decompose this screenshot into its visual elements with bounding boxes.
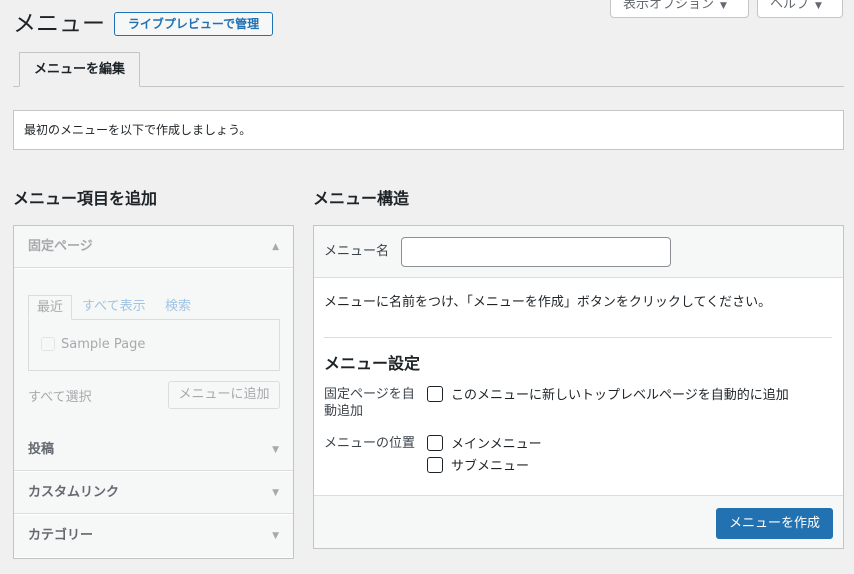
menu-structure-panel: メニュー名 メニューに名前をつけ、「メニューを作成」ボタンをクリックしてください… [313, 225, 844, 549]
triangle-down-icon: ▼ [272, 445, 279, 455]
auto-add-checkbox[interactable] [427, 386, 443, 402]
create-menu-button[interactable]: メニューを作成 [716, 508, 833, 539]
recent-pages-list: Sample Page [28, 319, 280, 371]
accordion-section-pages[interactable]: 固定ページ ▲ [14, 226, 293, 268]
divider [324, 337, 832, 338]
accordion-section-categories[interactable]: カテゴリー ▼ [14, 515, 293, 557]
accordion-section-label: 投稿 [28, 442, 55, 457]
accordion-section-label: 固定ページ [28, 239, 93, 254]
pages-panel: 最近 すべて表示 検索 Sample Page すべて選択 メニューに追加 [14, 269, 293, 430]
menu-location-label: メニューの位置 [324, 436, 416, 451]
auto-add-pages-label: 固定ページを自動追加 [324, 387, 415, 419]
location-sub-checkbox[interactable] [427, 457, 443, 473]
tab-edit-menus[interactable]: メニューを編集 [19, 52, 140, 87]
menu-structure-heading: メニュー構造 [313, 189, 410, 208]
add-menu-items-accordion: 固定ページ ▲ 最近 すべて表示 検索 Sample Page すべて選択 メニ… [13, 225, 294, 559]
accordion-section-posts[interactable]: 投稿 ▼ [14, 429, 293, 471]
screen-options-label: 表示オプション [623, 0, 715, 12]
triangle-down-icon: ▼ [272, 488, 279, 498]
accordion-section-label: カスタムリンク [28, 485, 120, 500]
menu-settings-heading: メニュー設定 [324, 354, 421, 373]
menu-name-bar: メニュー名 [314, 226, 843, 278]
location-sub-label: サブメニュー [451, 459, 530, 474]
caret-down-icon: ▼ [815, 1, 822, 11]
location-main-checkbox[interactable] [427, 435, 443, 451]
help-label: ヘルプ [770, 0, 810, 12]
location-option-sub[interactable]: サブメニュー [427, 457, 529, 475]
tab-search[interactable]: 検索 [165, 295, 191, 319]
triangle-up-icon: ▲ [272, 242, 279, 252]
location-main-label: メインメニュー [451, 437, 542, 452]
notice-message: 最初のメニューを以下で作成しましょう。 [13, 110, 844, 150]
accordion-section-label: カテゴリー [28, 528, 94, 543]
tab-recent[interactable]: 最近 [28, 295, 72, 320]
menu-instructions: メニューに名前をつけ、「メニューを作成」ボタンをクリックしてください。 [324, 295, 772, 310]
location-option-main[interactable]: メインメニュー [427, 435, 542, 453]
caret-down-icon: ▼ [720, 1, 727, 11]
menu-name-label: メニュー名 [324, 244, 390, 259]
auto-add-option[interactable]: このメニューに新しいトップレベルページを自動的に追加 [427, 386, 789, 404]
add-to-menu-button[interactable]: メニューに追加 [168, 381, 280, 409]
auto-add-option-label: このメニューに新しいトップレベルページを自動的に追加 [451, 388, 789, 403]
list-item: Sample Page [41, 337, 145, 353]
triangle-down-icon: ▼ [272, 531, 279, 541]
page-title: メニュー [13, 11, 105, 37]
screen-options-button[interactable]: 表示オプション ▼ [610, 0, 749, 18]
live-preview-button[interactable]: ライブプレビューで管理 [114, 12, 273, 36]
menu-structure-footer: メニューを作成 [314, 495, 843, 548]
accordion-section-custom-links[interactable]: カスタムリンク ▼ [14, 472, 293, 514]
help-button[interactable]: ヘルプ ▼ [757, 0, 843, 18]
menu-name-input[interactable] [401, 237, 671, 267]
select-all-link[interactable]: すべて選択 [28, 389, 92, 407]
page-checkbox[interactable] [41, 337, 55, 351]
add-items-heading: メニュー項目を追加 [13, 189, 158, 208]
page-item-label: Sample Page [61, 337, 146, 352]
tab-view-all[interactable]: すべて表示 [82, 295, 146, 319]
